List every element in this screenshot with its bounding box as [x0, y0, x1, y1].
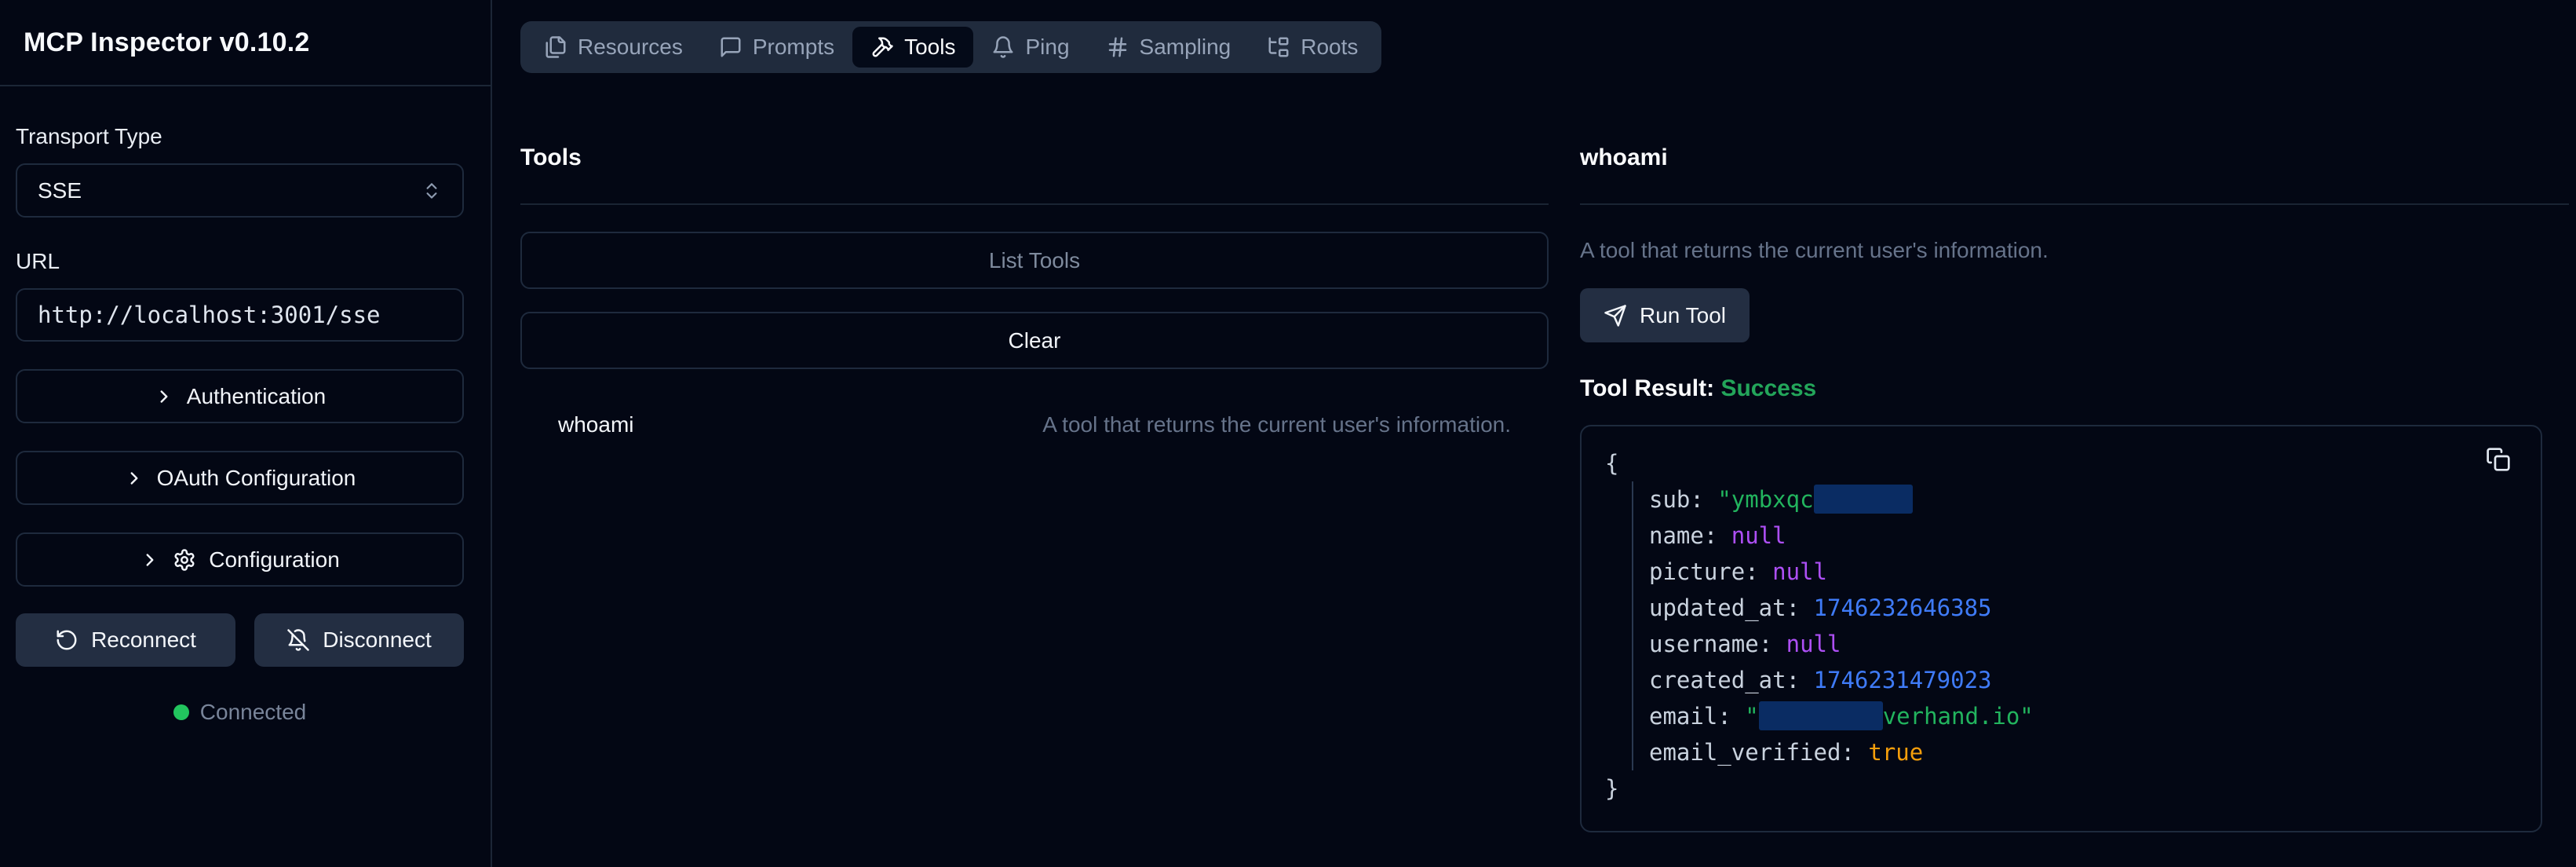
tab-roots[interactable]: Roots — [1249, 27, 1376, 68]
tool-result-label: Tool Result: — [1580, 375, 1714, 401]
tab-tools-label: Tools — [904, 35, 955, 60]
main-area: Resources Prompts Tools Ping Sampling — [492, 0, 2576, 867]
clear-button[interactable]: Clear — [520, 312, 1549, 369]
tab-resources-label: Resources — [578, 35, 683, 60]
disconnect-button[interactable]: Disconnect — [254, 613, 464, 667]
sidebar: MCP Inspector v0.10.2 Transport Type SSE… — [0, 0, 492, 867]
tool-detail-panel: whoami A tool that returns the current u… — [1580, 144, 2569, 832]
json-line-created-at: created_at: 1746231479023 — [1649, 662, 2517, 698]
tool-result-line: Tool Result: Success — [1580, 375, 2569, 402]
detail-panel-title: whoami — [1580, 144, 2569, 205]
json-body: sub: "ymbxqc name: null picture: null up… — [1632, 481, 2517, 770]
sidebar-body: Transport Type SSE URL Authentication OA… — [0, 86, 491, 725]
tabbar: Resources Prompts Tools Ping Sampling — [520, 21, 1381, 73]
message-square-icon — [719, 35, 743, 59]
copy-icon — [2486, 447, 2511, 472]
run-tool-label: Run Tool — [1640, 303, 1726, 328]
tools-panel-title: Tools — [520, 144, 1549, 205]
url-input[interactable] — [16, 288, 464, 342]
disconnect-label: Disconnect — [323, 627, 432, 653]
json-line-sub: sub: "ymbxqc — [1649, 481, 2517, 518]
redaction-box — [1759, 701, 1883, 730]
json-line-picture: picture: null — [1649, 554, 2517, 590]
json-close-brace: } — [1605, 770, 2517, 807]
oauth-configuration-label: OAuth Configuration — [157, 466, 356, 491]
json-open-brace: { — [1605, 445, 2517, 481]
tool-list-item-whoami[interactable]: whoami A tool that returns the current u… — [520, 412, 1549, 437]
url-label: URL — [16, 249, 464, 274]
tab-roots-label: Roots — [1301, 35, 1358, 60]
tools-list-panel: Tools List Tools Clear whoami A tool tha… — [520, 144, 1549, 832]
hammer-icon — [870, 35, 894, 59]
bell-icon — [991, 35, 1015, 59]
folder-tree-icon — [1267, 35, 1290, 59]
reconnect-button[interactable]: Reconnect — [16, 613, 235, 667]
detail-description: A tool that returns the current user's i… — [1580, 238, 2569, 263]
configuration-expander[interactable]: Configuration — [16, 532, 464, 587]
configuration-label: Configuration — [209, 547, 340, 573]
authentication-label: Authentication — [187, 384, 326, 409]
tab-ping-label: Ping — [1025, 35, 1069, 60]
copy-button[interactable] — [2483, 444, 2514, 475]
json-line-name: name: null — [1649, 518, 2517, 554]
json-line-email-verified: email_verified: true — [1649, 734, 2517, 770]
tool-name: whoami — [558, 412, 633, 437]
tool-description: A tool that returns the current user's i… — [1042, 412, 1511, 437]
chevron-right-icon — [124, 468, 144, 488]
json-line-updated-at: updated_at: 1746232646385 — [1649, 590, 2517, 626]
chevron-right-icon — [140, 550, 160, 570]
tab-tools[interactable]: Tools — [852, 27, 973, 68]
authentication-expander[interactable]: Authentication — [16, 369, 464, 423]
connection-status: Connected — [16, 700, 464, 725]
bell-off-icon — [286, 628, 310, 652]
tool-result-status: Success — [1720, 375, 1816, 401]
sidebar-header: MCP Inspector v0.10.2 — [0, 0, 491, 86]
run-tool-button[interactable]: Run Tool — [1580, 288, 1750, 342]
tab-prompts-label: Prompts — [753, 35, 834, 60]
list-tools-button[interactable]: List Tools — [520, 232, 1549, 289]
app-title: MCP Inspector v0.10.2 — [24, 27, 310, 58]
files-icon — [544, 35, 567, 59]
tab-resources[interactable]: Resources — [526, 27, 701, 68]
hash-icon — [1106, 35, 1129, 59]
send-icon — [1604, 304, 1627, 327]
tab-ping[interactable]: Ping — [973, 27, 1087, 68]
transport-type-select[interactable]: SSE — [16, 163, 464, 218]
oauth-configuration-expander[interactable]: OAuth Configuration — [16, 451, 464, 505]
json-line-email: email: "verhand.io" — [1649, 698, 2517, 734]
redaction-box — [1814, 485, 1913, 514]
transport-type-value: SSE — [38, 178, 82, 203]
tab-prompts[interactable]: Prompts — [701, 27, 852, 68]
connected-label: Connected — [200, 700, 306, 725]
transport-type-label: Transport Type — [16, 124, 464, 149]
reconnect-label: Reconnect — [91, 627, 196, 653]
chevrons-up-down-icon — [421, 181, 442, 201]
chevron-right-icon — [154, 386, 174, 407]
connected-dot-icon — [173, 704, 189, 720]
gear-icon — [173, 548, 196, 572]
tab-sampling-label: Sampling — [1140, 35, 1231, 60]
tab-sampling[interactable]: Sampling — [1088, 27, 1250, 68]
tool-result-json-box: { sub: "ymbxqc name: null picture: null … — [1580, 425, 2542, 832]
json-line-username: username: null — [1649, 626, 2517, 662]
rotate-ccw-icon — [55, 628, 78, 652]
